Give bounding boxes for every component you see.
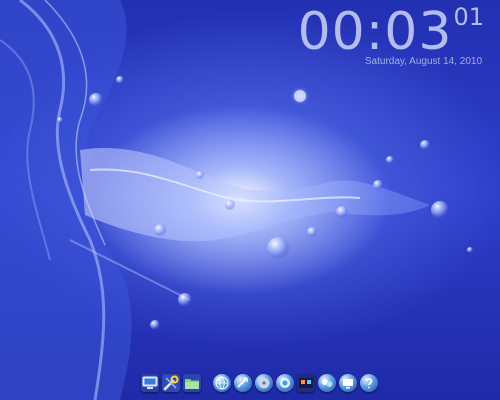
clock-seconds: 01 — [453, 3, 484, 31]
music-player-icon[interactable] — [255, 374, 273, 392]
chat-icon[interactable] — [318, 374, 336, 392]
mail-icon[interactable] — [234, 374, 252, 392]
tools-icon[interactable] — [162, 374, 180, 392]
dock — [141, 372, 378, 394]
desktop-clock-widget: 00:03 01 Saturday, August 14, 2010 — [298, 2, 484, 67]
network-icon[interactable] — [276, 374, 294, 392]
folder-icon[interactable] — [183, 374, 201, 392]
display-icon[interactable] — [339, 374, 357, 392]
web-browser-icon[interactable] — [213, 374, 231, 392]
computer-icon[interactable] — [141, 374, 159, 392]
help-icon[interactable] — [360, 374, 378, 392]
media-player-icon[interactable] — [297, 374, 315, 392]
clock-time: 00:03 — [297, 2, 453, 62]
